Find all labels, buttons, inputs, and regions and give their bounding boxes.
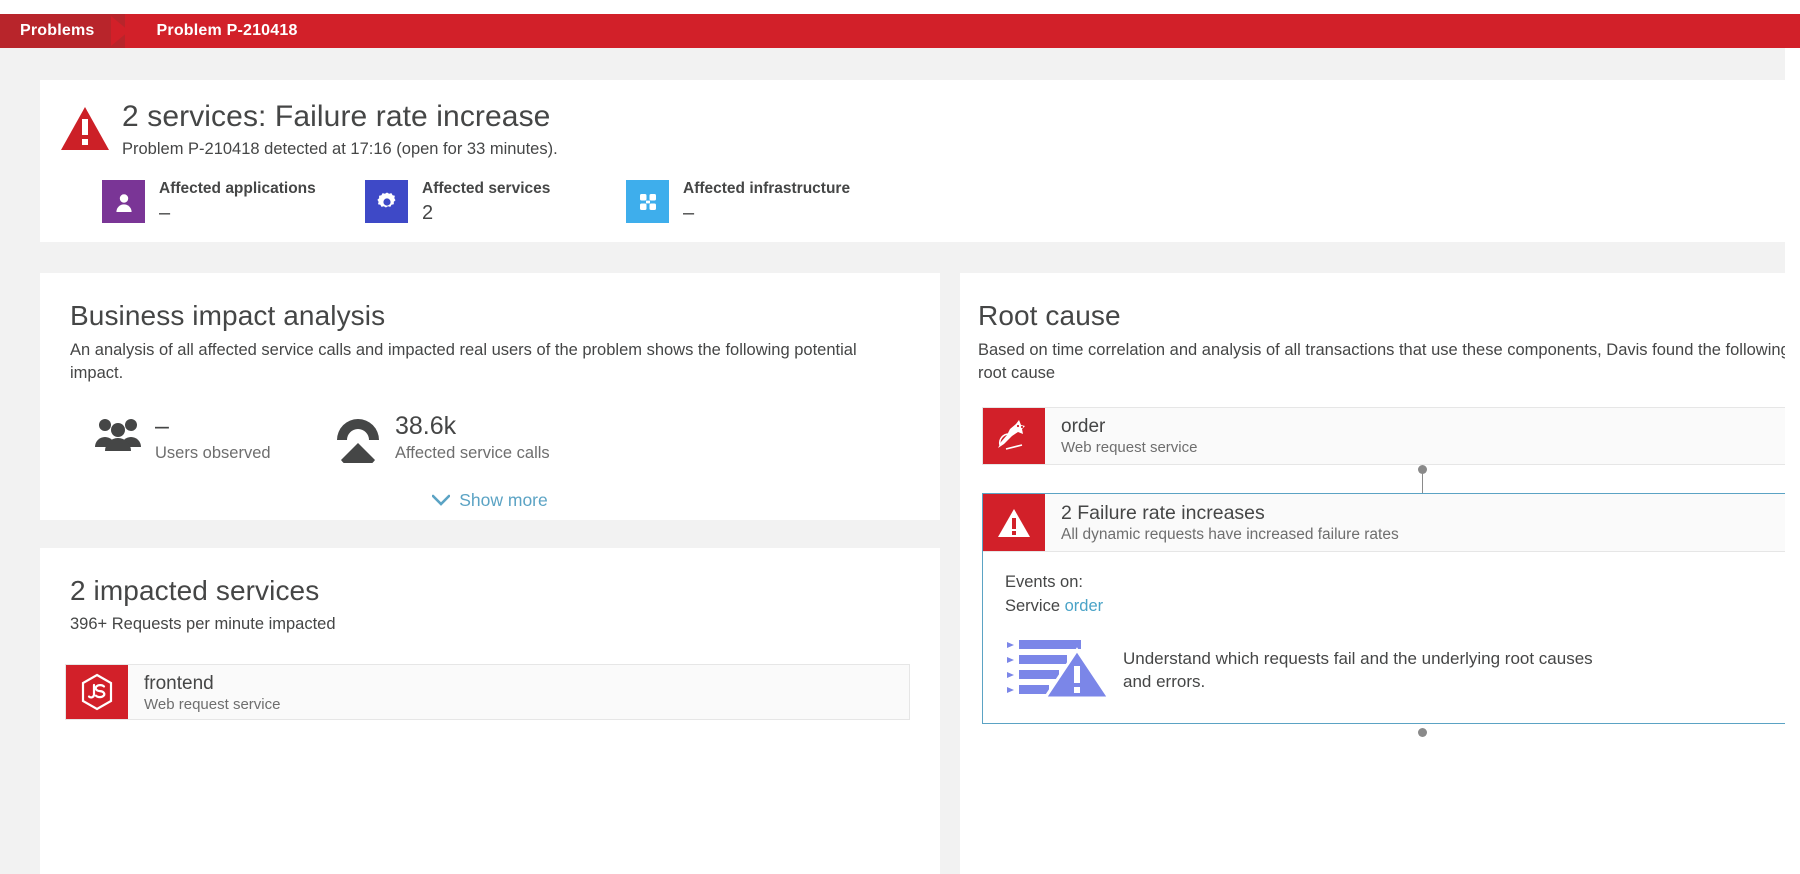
affected-infrastructure[interactable]: Affected infrastructure – xyxy=(626,180,850,226)
affected-applications[interactable]: Affected applications – xyxy=(102,180,365,226)
users-observed-value: – xyxy=(155,411,271,441)
users-observed-label: Users observed xyxy=(155,442,271,464)
root-cause-event-subtitle: All dynamic requests have increased fail… xyxy=(1061,525,1399,545)
root-cause-connector xyxy=(982,465,1785,493)
affected-service-calls-value: 38.6k xyxy=(395,411,550,441)
affected-infrastructure-label: Affected infrastructure xyxy=(683,180,850,198)
breadcrumb-root-label: Problems xyxy=(20,22,95,40)
users-group-icon xyxy=(95,411,147,456)
page-right-margin xyxy=(1785,48,1800,874)
events-on-label: Events on: xyxy=(1005,570,1785,594)
alarm-triangle-icon xyxy=(60,100,116,160)
root-cause-description: Based on time correlation and analysis o… xyxy=(978,339,1785,385)
breadcrumb-chevron-icon xyxy=(125,14,151,48)
affected-service-calls-label: Affected service calls xyxy=(395,442,550,464)
affected-services-label: Affected services xyxy=(422,180,550,198)
events-on-service: Service order xyxy=(1005,594,1785,618)
root-cause-event-body: Events on: Service order xyxy=(983,552,1785,723)
affected-applications-value: – xyxy=(159,200,316,226)
problem-title: 2 services: Failure rate increase xyxy=(122,100,558,134)
breadcrumb-item-current: Problem P-210418 xyxy=(151,14,298,48)
root-cause-event-header[interactable]: 2 Failure rate increases All dynamic req… xyxy=(983,494,1785,552)
events-on-service-prefix: Service xyxy=(1005,597,1060,615)
business-impact-description: An analysis of all affected service call… xyxy=(70,339,900,385)
user-icon xyxy=(102,180,145,223)
show-more-button[interactable]: Show more xyxy=(70,490,910,511)
root-cause-service-name: order xyxy=(1061,415,1197,438)
business-impact-title: Business impact analysis xyxy=(70,299,910,333)
root-cause-detail-text: Understand which requests fail and the u… xyxy=(1123,647,1593,693)
affected-applications-label: Affected applications xyxy=(159,180,316,198)
affected-services[interactable]: Affected services 2 xyxy=(365,180,626,226)
nginx-fox-icon xyxy=(983,408,1045,464)
affected-services-value: 2 xyxy=(422,200,550,226)
service-type: Web request service xyxy=(144,695,280,714)
connector-line xyxy=(1422,469,1423,493)
warning-triangle-icon xyxy=(983,494,1045,551)
chevron-down-icon xyxy=(432,490,450,511)
show-more-label: Show more xyxy=(459,490,548,511)
root-cause-title: Root cause xyxy=(978,299,1785,333)
list-item[interactable]: frontend Web request service xyxy=(65,664,910,720)
problem-subtitle: Problem P-210418 detected at 17:16 (open… xyxy=(122,138,558,160)
problem-detail-page: Problems Problem P-210418 2 services: Fa… xyxy=(0,0,1800,874)
connector-dot-bottom xyxy=(1418,728,1427,737)
requests-warning-icon xyxy=(1005,634,1123,705)
impacted-services-subtitle: 396+ Requests per minute impacted xyxy=(70,613,910,635)
root-cause-service-type: Web request service xyxy=(1061,438,1197,457)
root-cause-service-row[interactable]: order Web request service xyxy=(982,407,1785,465)
root-cause-bottom-connector xyxy=(982,724,1785,746)
business-impact-analysis-card: Business impact analysis An analysis of … xyxy=(40,273,940,520)
root-cause-event-card: 2 Failure rate increases All dynamic req… xyxy=(982,493,1785,724)
impacted-services-title: 2 impacted services xyxy=(70,574,910,608)
service-calls-icon xyxy=(335,411,387,468)
impacted-services-card: 2 impacted services 396+ Requests per mi… xyxy=(40,548,940,874)
problem-summary-card: 2 services: Failure rate increase Proble… xyxy=(40,80,1785,242)
affected-infrastructure-value: – xyxy=(683,200,850,226)
nodejs-icon xyxy=(66,665,128,719)
infrastructure-icon xyxy=(626,180,669,223)
gear-icon xyxy=(365,180,408,223)
root-cause-card: Root cause Based on time correlation and… xyxy=(960,273,1785,874)
business-impact-metrics: – Users observed 38.6k Affected service … xyxy=(70,411,910,468)
root-cause-event-title: 2 Failure rate increases xyxy=(1061,501,1399,525)
root-cause-detail: Understand which requests fail and the u… xyxy=(1005,634,1785,705)
breadcrumb-current-label: Problem P-210418 xyxy=(157,22,298,40)
affected-entities-row: Affected applications – Affected service… xyxy=(102,180,1785,226)
breadcrumb: Problems Problem P-210418 xyxy=(0,14,1800,48)
service-name: frontend xyxy=(144,672,280,695)
metric-affected-service-calls: 38.6k Affected service calls xyxy=(335,411,550,468)
metric-users-observed: – Users observed xyxy=(95,411,335,468)
events-on-service-link[interactable]: order xyxy=(1065,597,1104,615)
